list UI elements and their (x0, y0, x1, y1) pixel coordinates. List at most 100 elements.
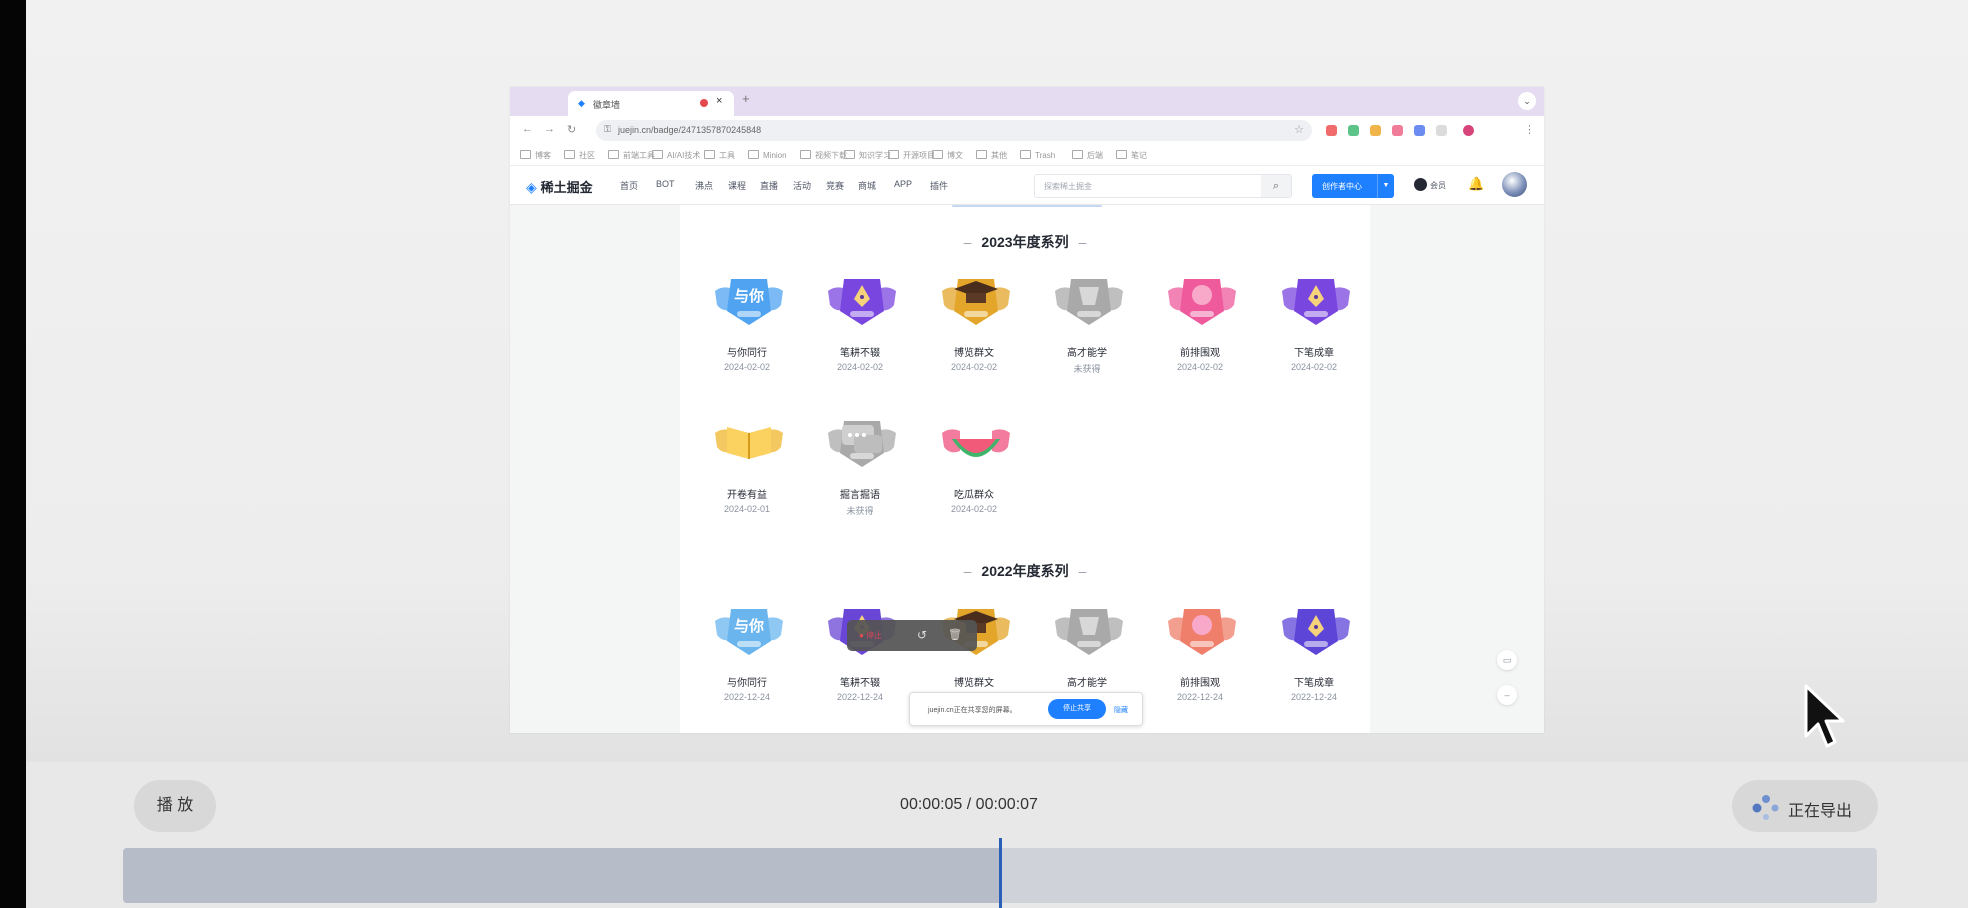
badge-date: 2024-02-02 (950, 504, 998, 514)
hide-notice-button[interactable]: 隐藏 (1114, 705, 1128, 715)
nav-item[interactable]: 插件 (930, 179, 948, 192)
nav-item[interactable]: BOT (656, 179, 675, 189)
timecode: 00:00:05 / 00:00:07 (900, 796, 1038, 813)
badge-name: 掘言掘语 (840, 490, 880, 501)
badge-item[interactable]: 笔耕不辍 2024-02-02 (810, 271, 910, 391)
notification-bell-icon[interactable]: 🔔 (1468, 176, 1484, 192)
badge-item[interactable]: 下笔成章 2022-12-24 (1264, 601, 1364, 721)
badge-name: 博览群文 (954, 348, 994, 359)
extension-icon[interactable] (1392, 125, 1403, 136)
badge-name: 下笔成章 (1294, 348, 1334, 359)
badge-item[interactable]: 开卷有益 2024-02-01 (697, 413, 797, 533)
bookmark-folder[interactable]: 博客 (520, 150, 551, 161)
profile-icon[interactable] (1463, 125, 1474, 136)
search-placeholder: 探索稀土掘金 (1044, 182, 1092, 191)
search-icon[interactable]: ⌕ (1261, 175, 1291, 197)
restart-icon[interactable]: ↺ (917, 628, 927, 642)
nav-item[interactable]: 商城 (858, 179, 876, 192)
bookmark-folder[interactable]: 知识学习 (844, 150, 891, 161)
badge-item[interactable]: 与你 与你同行 2022-12-24 (697, 601, 797, 721)
close-tab-icon[interactable]: × (716, 95, 722, 107)
badge-medal-icon (938, 413, 1014, 471)
timeline-track[interactable] (123, 838, 1877, 908)
badge-name: 前排围观 (1180, 348, 1220, 359)
back-icon[interactable]: ← (522, 123, 533, 135)
reload-icon[interactable]: ↻ (567, 123, 576, 136)
tab-underline (952, 205, 1102, 207)
bookmark-folder[interactable]: AI/AI技术 (652, 150, 700, 161)
bookmark-folder[interactable]: 前端工具 (608, 150, 655, 161)
creator-center-button[interactable]: 创作者中心 ▼ (1312, 174, 1394, 198)
browser-menu-icon[interactable]: ⋮ (1524, 123, 1535, 136)
bookmark-folder[interactable]: 其他 (976, 150, 1007, 161)
badge-name: 高才能学 (1067, 348, 1107, 359)
recording-toolbar: ● 停止 ↺ 🗑 (847, 620, 977, 651)
badge-name: 吃瓜群众 (954, 490, 994, 501)
bookmark-star-icon[interactable]: ☆ (1294, 123, 1304, 136)
nav-item[interactable]: 首页 (620, 179, 638, 192)
site-info-icon[interactable]: ⚿ (604, 124, 611, 135)
nav-item[interactable]: 竞赛 (826, 179, 844, 192)
stop-recording-button[interactable]: ● 停止 (859, 630, 882, 641)
left-black-strip (0, 0, 26, 908)
bookmark-folder[interactable]: 后端 (1072, 150, 1103, 161)
bookmark-folder[interactable]: 社区 (564, 150, 595, 161)
address-bar[interactable]: ⚿ juejin.cn/badge/2471357870245848 ☆ (596, 120, 1312, 141)
loading-spinner-icon (1752, 795, 1779, 820)
nav-item[interactable]: 活动 (793, 179, 811, 192)
bookmark-folder[interactable]: 视频下载 (800, 150, 847, 161)
new-tab-icon[interactable]: + (742, 91, 750, 106)
badge-date: 2022-12-24 (723, 692, 771, 702)
nav-item[interactable]: 课程 (728, 179, 746, 192)
bookmark-folder[interactable]: 开源项目 (888, 150, 935, 161)
extension-icon[interactable] (1326, 125, 1337, 136)
browser-tab[interactable]: ◆ 徽章墙 × (568, 91, 734, 116)
badge-name: 笔耕不辍 (840, 678, 880, 689)
badge-item[interactable]: 前排围观 2024-02-02 (1150, 271, 1250, 391)
badge-item[interactable]: 博览群文 2024-02-02 (924, 271, 1024, 391)
juejin-logo[interactable]: ◈ 稀土掘金 (526, 177, 593, 196)
extensions-puzzle-icon[interactable] (1436, 125, 1447, 136)
bookmark-folder[interactable]: Trash (1020, 150, 1055, 160)
badge-item[interactable]: 吃瓜群众 2024-02-02 (924, 413, 1024, 533)
badge-item[interactable]: 前排围观 2022-12-24 (1150, 601, 1250, 721)
address-url: juejin.cn/badge/2471357870245848 (618, 125, 762, 135)
badge-name: 博览群文 (954, 678, 994, 689)
stop-sharing-button[interactable]: 停止共享 (1048, 699, 1106, 719)
nav-item[interactable]: 沸点 (695, 179, 713, 192)
nav-item[interactable]: APP (894, 179, 912, 189)
chevron-down-icon[interactable]: ▼ (1377, 174, 1394, 198)
feedback-icon[interactable]: ▭ (1497, 650, 1517, 670)
bookmark-folder[interactable]: 工具 (704, 150, 735, 161)
extension-icon[interactable] (1370, 125, 1381, 136)
tab-search-icon[interactable]: ⌄ (1518, 92, 1536, 110)
delete-icon[interactable]: 🗑 (948, 628, 962, 641)
badge-item[interactable]: 掘言掘语 未获得 (810, 413, 910, 533)
badge-name: 与你同行 (727, 678, 767, 689)
badge-medal-icon (1164, 271, 1240, 329)
badge-medal-icon: 与你 (711, 271, 787, 329)
user-avatar[interactable] (1502, 172, 1527, 197)
vip-label: 会员 (1430, 181, 1446, 190)
vip-link[interactable]: 会员 (1414, 178, 1446, 191)
export-status-button[interactable]: 正在导出 (1732, 780, 1878, 832)
playhead[interactable] (999, 838, 1002, 908)
badge-item[interactable]: 笔耕不辍 2022-12-24 (810, 601, 910, 721)
back-to-top-icon[interactable]: – (1497, 685, 1517, 705)
extension-icon[interactable] (1348, 125, 1359, 136)
badge-medal-icon (824, 413, 900, 471)
forward-icon[interactable]: → (544, 123, 555, 135)
nav-item[interactable]: 直播 (760, 179, 778, 192)
series-title-2023: –2023年度系列 – (963, 234, 1087, 250)
site-search[interactable]: 探索稀土掘金 ⌕ (1034, 174, 1292, 198)
badge-item[interactable]: 与你 与你同行 2024-02-02 (697, 271, 797, 391)
bookmark-folder[interactable]: Minion (748, 150, 787, 160)
extension-icon[interactable] (1414, 125, 1425, 136)
bookmark-folder[interactable]: 博文 (932, 150, 963, 161)
badge-medal-icon (1051, 601, 1127, 659)
badge-item[interactable]: 下笔成章 2024-02-02 (1264, 271, 1364, 391)
badge-date: 未获得 (846, 506, 874, 516)
badge-name: 高才能学 (1067, 678, 1107, 689)
badge-item[interactable]: 高才能学未获得 (1037, 271, 1137, 391)
bookmark-folder[interactable]: 笔记 (1116, 150, 1147, 161)
